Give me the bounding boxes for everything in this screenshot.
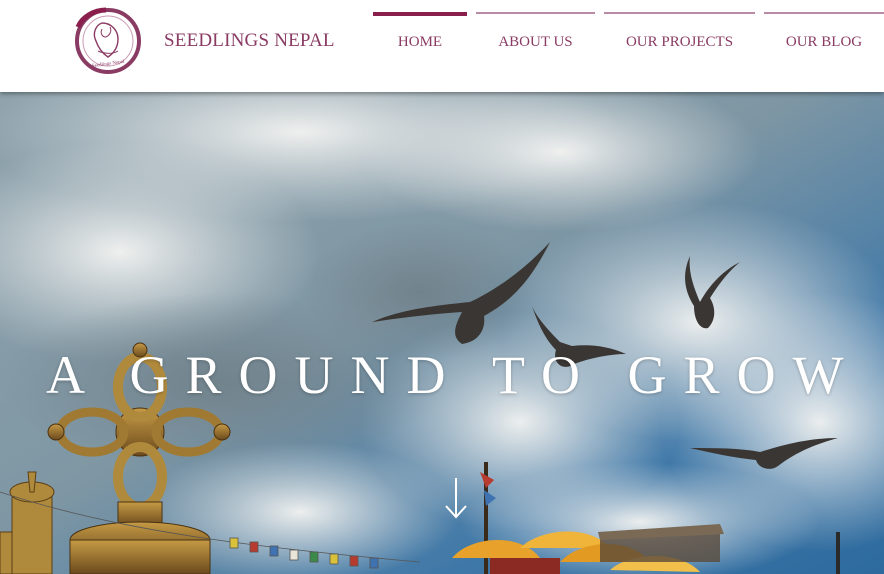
nav-home-indicator [373,12,467,16]
hero-section: A GROUND TO GROW [0,92,884,574]
site-header: Seedlings Nepal SEEDLINGS NEPAL HOME ABO… [0,0,884,92]
nav-about-us-label: ABOUT US [498,34,573,50]
brand-name[interactable]: SEEDLINGS NEPAL [164,30,335,52]
hero-headline: A GROUND TO GROW [46,345,861,405]
nav-our-projects-label: OUR PROJECTS [625,34,734,50]
nav-home-label: HOME [397,34,443,50]
seedlings-logo[interactable]: Seedlings Nepal [72,7,144,75]
nav-our-projects-indicator [604,12,755,14]
nav-our-projects[interactable]: OUR PROJECTS [604,12,755,72]
nav-our-blog-label: OUR BLOG [785,34,863,50]
nav-home[interactable]: HOME [373,12,467,72]
arrow-down-icon[interactable] [440,476,472,522]
nav-about-us-indicator [476,12,595,14]
nav-our-blog[interactable]: OUR BLOG [764,12,884,72]
nav-our-blog-indicator [764,12,884,14]
nav-about-us[interactable]: ABOUT US [476,12,595,72]
